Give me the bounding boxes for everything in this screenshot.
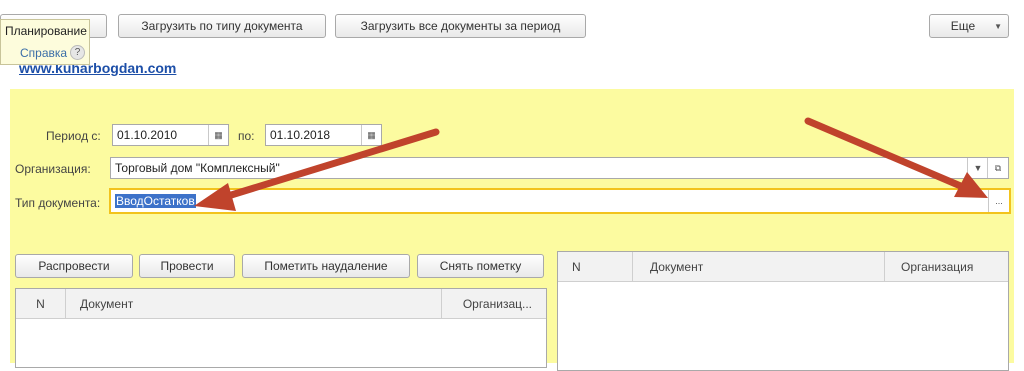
left-documents-table[interactable]: N Документ Организац... <box>15 288 547 368</box>
post-button[interactable]: Провести <box>139 254 235 278</box>
column-header-organization[interactable]: Организация <box>885 252 1008 282</box>
column-header-document[interactable]: Документ <box>633 252 885 282</box>
column-header-n[interactable]: N <box>16 289 66 319</box>
column-header-organization[interactable]: Организац... <box>442 289 546 319</box>
column-header-n[interactable]: N <box>558 252 633 282</box>
org-field[interactable]: Торговый дом "Комплексный" ▼ ⧉ <box>110 157 1009 179</box>
column-header-document[interactable]: Документ <box>66 289 442 319</box>
period-from-value: 01.10.2010 <box>117 128 178 142</box>
period-from-label: Период с: <box>46 129 101 143</box>
period-to-label: по: <box>238 129 255 143</box>
tooltip-popup: Планирование Справка ? <box>0 19 90 65</box>
period-to-value: 01.10.2018 <box>270 128 331 142</box>
doctype-label: Тип документа: <box>15 196 101 210</box>
unmark-button[interactable]: Снять пометку <box>417 254 544 278</box>
right-table-header: N Документ Организация <box>558 252 1008 282</box>
right-documents-table[interactable]: N Документ Организация <box>557 251 1009 371</box>
dropdown-arrow-icon[interactable]: ▼ <box>967 158 988 178</box>
period-to-field[interactable]: 01.10.2018 ▦ <box>265 124 382 146</box>
tooltip-title: Планирование <box>5 24 87 38</box>
left-table-header: N Документ Организац... <box>16 289 546 319</box>
load-by-type-button[interactable]: Загрузить по типу документа <box>118 14 326 38</box>
doctype-field[interactable]: ВводОстатков ... <box>109 188 1011 214</box>
calendar-icon[interactable]: ▦ <box>361 125 381 145</box>
org-label: Организация: <box>15 162 91 176</box>
more-button[interactable]: Еще ▼ <box>929 14 1009 38</box>
open-icon[interactable]: ⧉ <box>987 158 1008 178</box>
help-link[interactable]: Справка <box>20 46 67 60</box>
period-from-field[interactable]: 01.10.2010 ▦ <box>112 124 229 146</box>
unpost-button[interactable]: Распровести <box>15 254 133 278</box>
choose-icon[interactable]: ... <box>988 190 1009 212</box>
dropdown-arrow-icon: ▼ <box>994 21 1002 31</box>
org-value: Торговый дом "Комплексный" <box>115 161 280 175</box>
mark-delete-button[interactable]: Пометить наудаление <box>242 254 410 278</box>
load-all-period-button[interactable]: Загрузить все документы за период <box>335 14 586 38</box>
help-icon[interactable]: ? <box>70 45 85 60</box>
doctype-value: ВводОстатков <box>115 194 196 208</box>
calendar-icon[interactable]: ▦ <box>208 125 228 145</box>
more-label: Еще <box>950 19 976 33</box>
